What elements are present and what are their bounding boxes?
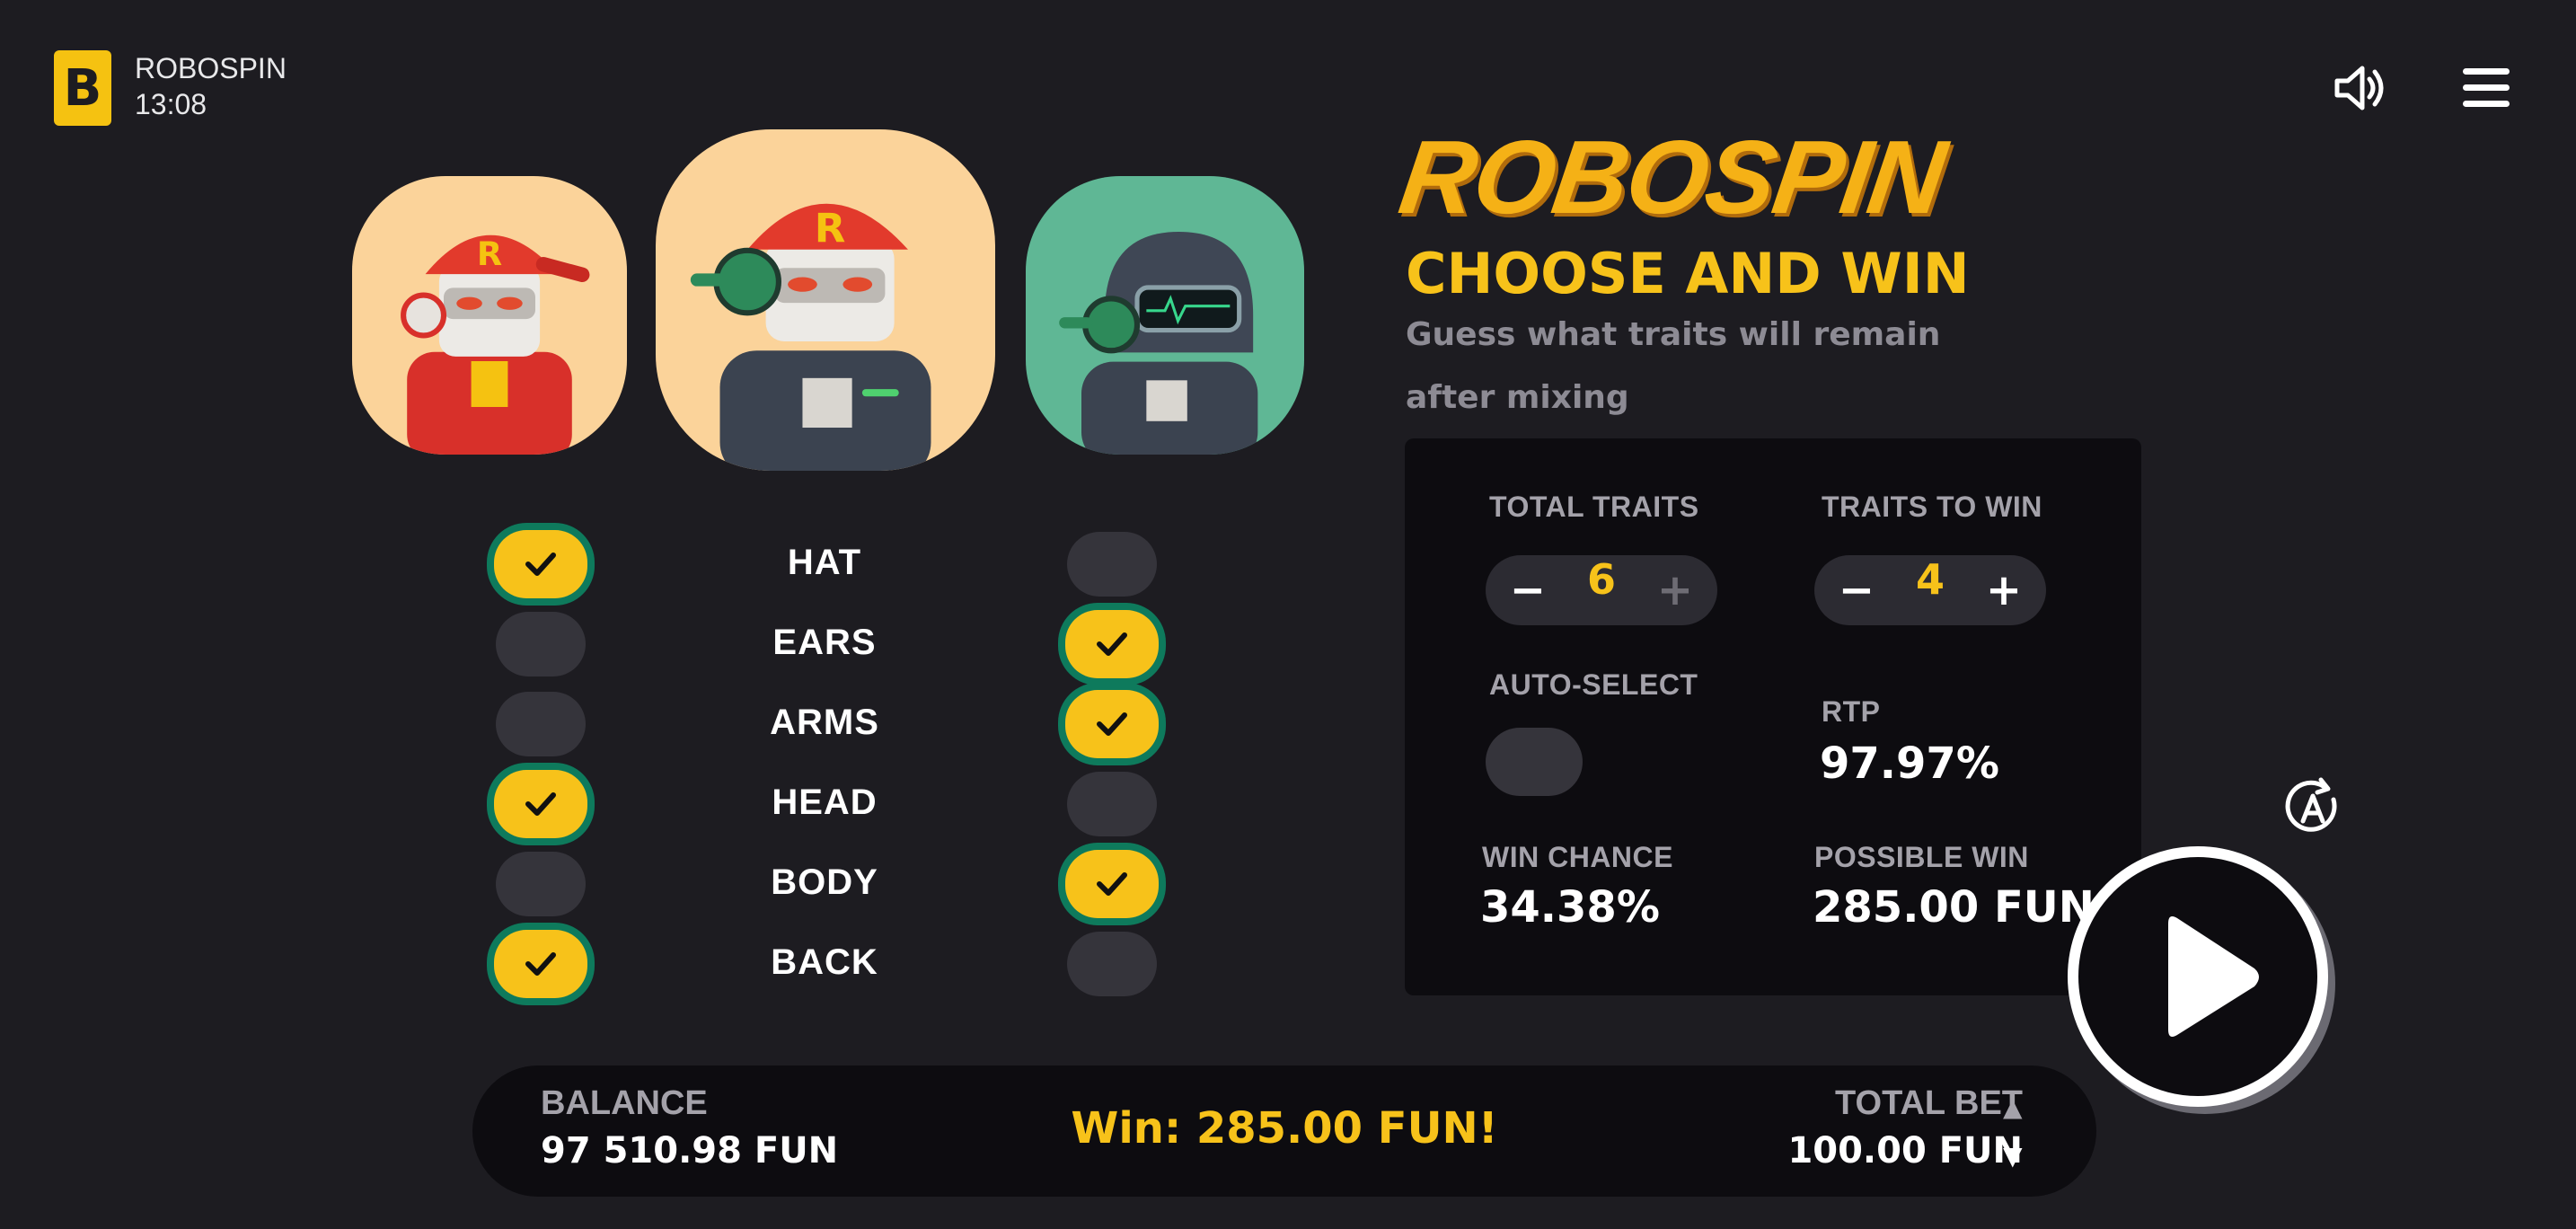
trait-label: EARS <box>772 623 877 662</box>
trait-toggle-right-back[interactable] <box>1067 932 1157 996</box>
game-name: ROBOSPIN <box>135 52 287 84</box>
possible-win-label: POSSIBLE WIN <box>1814 841 2029 873</box>
bet-increase-icon[interactable]: ▲ <box>2003 1092 2023 1122</box>
robot-portrait-center: R <box>656 129 995 471</box>
auto-select-label: AUTO-SELECT <box>1489 668 1698 701</box>
trait-toggle-left-hat[interactable] <box>494 530 587 598</box>
svg-text:R: R <box>815 205 846 252</box>
balance-label: BALANCE <box>541 1084 708 1122</box>
total-bet-value: 100.00 FUN <box>1787 1130 2023 1172</box>
checkmark-icon <box>525 952 556 976</box>
brand-logo: B <box>54 50 111 126</box>
trait-label: HAT <box>787 543 862 582</box>
clock: 13:08 <box>135 88 207 120</box>
checkmark-icon <box>1097 712 1127 736</box>
logo-letter: B <box>63 58 102 118</box>
trait-label: ARMS <box>770 703 879 742</box>
win-chance-label: WIN CHANCE <box>1482 841 1673 873</box>
checkmark-icon <box>525 792 556 816</box>
robot-portrait-left: R <box>352 176 627 455</box>
traits-to-win-increase-button[interactable]: + <box>1969 555 2039 625</box>
win-message: Win: 285.00 FUN! <box>1071 1103 1498 1154</box>
checkmark-icon <box>1097 872 1127 896</box>
svg-text:R: R <box>477 234 502 273</box>
win-chance-value: 34.38% <box>1480 882 1660 933</box>
trait-toggle-right-body[interactable] <box>1065 850 1159 918</box>
trait-toggle-right-head[interactable] <box>1067 772 1157 836</box>
trait-toggle-left-head[interactable] <box>494 770 587 838</box>
possible-win-value: 285.00 FUN <box>1813 882 2095 933</box>
balance-value: 97 510.98 FUN <box>541 1130 839 1172</box>
spin-button[interactable] <box>2068 846 2328 1107</box>
trait-label: BODY <box>771 862 878 902</box>
checkmark-icon <box>525 553 556 576</box>
trait-toggle-left-arms[interactable] <box>496 692 586 756</box>
trait-toggle-left-back[interactable] <box>494 930 587 998</box>
trait-toggle-left-ears[interactable] <box>496 612 586 676</box>
trait-label: BACK <box>771 942 878 982</box>
auto-select-toggle[interactable] <box>1486 728 1583 796</box>
rtp-label: RTP <box>1822 695 1881 728</box>
rtp-value: 97.97% <box>1820 738 1999 789</box>
description: Guess what traits will remain after mixi… <box>1406 316 1941 416</box>
trait-toggle-right-ears[interactable] <box>1065 610 1159 678</box>
traits-to-win-stepper: − 4 + <box>1814 555 2046 625</box>
trait-toggle-right-hat[interactable] <box>1067 532 1157 597</box>
total-traits-increase-button[interactable]: + <box>1640 555 1710 625</box>
trait-label: HEAD <box>772 782 878 822</box>
robot-portrait-right <box>1026 176 1304 455</box>
traits-to-win-label: TRAITS TO WIN <box>1822 491 2042 523</box>
auto-spin-icon[interactable] <box>2281 776 2344 839</box>
game-logo-title: ROBOSPIN <box>1392 119 1951 235</box>
checkmark-icon <box>1097 632 1127 656</box>
total-traits-label: TOTAL TRAITS <box>1489 491 1699 523</box>
bet-decrease-icon[interactable]: ▼ <box>2003 1141 2023 1171</box>
trait-toggle-right-arms[interactable] <box>1065 690 1159 758</box>
play-icon <box>2168 916 2259 1037</box>
hamburger-menu-icon[interactable] <box>2461 65 2511 111</box>
total-traits-stepper: − 6 + <box>1486 555 1717 625</box>
subtitle: CHOOSE AND WIN <box>1406 241 1970 306</box>
trait-toggle-left-body[interactable] <box>496 852 586 916</box>
speaker-icon[interactable] <box>2333 63 2387 113</box>
total-bet-label: TOTAL BET <box>1835 1084 2023 1122</box>
